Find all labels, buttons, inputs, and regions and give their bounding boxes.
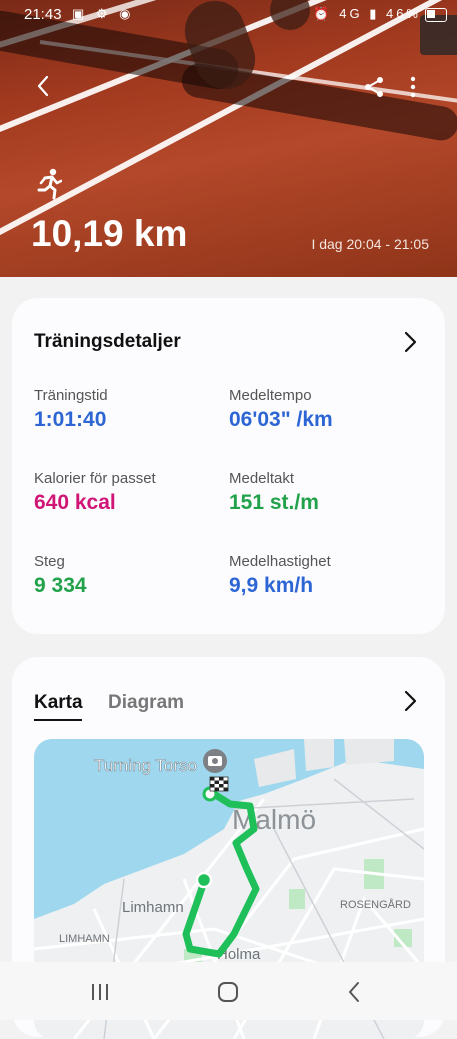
metric-value-calories: 640 kcal [34, 491, 116, 514]
status-bar: 21:43 ▣ ⚙ ◉ ⏰ 4G ▮ 46% [0, 0, 457, 30]
tab-karta[interactable]: Karta [34, 692, 83, 714]
metric-label-cadence: Medeltakt [229, 470, 295, 487]
network-label: 4G [339, 6, 363, 21]
tab-diagram[interactable]: Diagram [108, 692, 184, 714]
active-tab-indicator [34, 719, 82, 721]
status-right: ⏰ 4G ▮ 46% [313, 6, 421, 21]
workout-hero-image: 21:43 ▣ ⚙ ◉ ⏰ 4G ▮ 46% 10,19 km I dag 20… [0, 0, 457, 277]
nav-back-icon[interactable] [347, 981, 361, 1003]
metric-label-calories: Kalorier för passet [34, 470, 156, 487]
running-icon [37, 168, 62, 200]
battery-icon [425, 8, 447, 22]
battery-percent: 46% [385, 6, 421, 21]
total-distance: 10,19 km [31, 213, 188, 254]
metric-value-steps: 9 334 [34, 574, 87, 597]
route-start-marker [195, 871, 213, 889]
back-arrow-icon[interactable] [32, 74, 56, 98]
metric-value-duration: 1:01:40 [34, 408, 107, 431]
metric-label-steps: Steg [34, 553, 65, 570]
system-navigation-bar [0, 962, 457, 1020]
metric-value-pace: 06'03" /km [229, 408, 333, 431]
chevron-right-icon[interactable] [400, 689, 420, 713]
metric-label-pace: Medeltempo [229, 387, 312, 404]
status-time: 21:43 [24, 6, 62, 23]
recent-apps-icon[interactable] [90, 982, 110, 1002]
sea-area [34, 739, 424, 919]
more-options-icon[interactable] [404, 75, 422, 99]
map-label-limhamn: Limhamn [122, 899, 184, 916]
share-icon[interactable] [362, 75, 386, 99]
metric-value-speed: 9,9 km/h [229, 574, 314, 597]
metric-value-cadence: 151 st./m [229, 491, 319, 514]
training-details-card[interactable]: Träningsdetaljer Träningstid 1:01:40 Med… [12, 298, 445, 634]
home-icon[interactable] [217, 981, 239, 1003]
map-label-rosengard: ROSENGÅRD [340, 898, 411, 911]
card-title: Träningsdetaljer [34, 331, 181, 352]
notification-icons: ▣ ⚙ ◉ [72, 6, 135, 21]
metric-label-speed: Medelhastighet [229, 553, 331, 570]
metric-label-duration: Träningstid [34, 387, 108, 404]
workout-time-range: I dag 20:04 - 21:05 [311, 236, 429, 252]
map-label-turning-torso: Turning Torso [94, 756, 197, 775]
map-label-limhamn-district: LIMHAMN [59, 933, 110, 945]
finish-flag-icon [209, 776, 229, 792]
chevron-right-icon[interactable] [400, 330, 420, 354]
